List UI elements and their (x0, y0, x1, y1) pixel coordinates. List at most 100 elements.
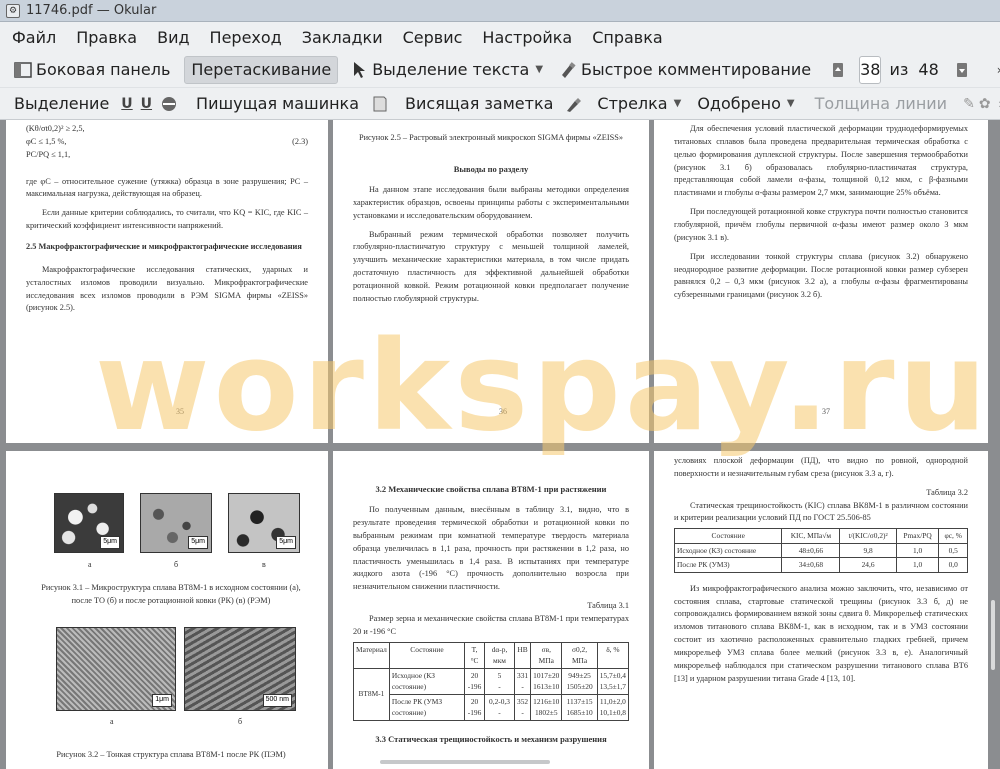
line-width-button[interactable]: Толщина линии (809, 90, 954, 118)
table-cell: 1017±20 1613±10 (530, 667, 563, 695)
vertical-scrollbar[interactable] (988, 120, 1000, 769)
equation-number: (2.3) (292, 136, 308, 146)
table-cell: 1,0 (895, 542, 940, 559)
paragraph: По полученным данным, внесённым в таблиц… (353, 505, 629, 592)
table-header-cell: Состояние (673, 528, 783, 544)
scale-bar: 500 nm (262, 694, 292, 707)
note-icon[interactable] (371, 95, 389, 113)
quick-annotation-button[interactable]: Быстрое комментирование (553, 56, 817, 84)
table-cell: После РК (УМЗ) (673, 557, 783, 573)
table-row: ВТ8М-1 Исходное (КЗ состояние) 20 -196 5… (353, 667, 630, 721)
table-cell: 20 -196 (464, 693, 485, 721)
menu-file[interactable]: Файл (0, 28, 64, 47)
micrograph-image: 1μm (56, 627, 176, 711)
figure-caption: Рисунок 3.2 – Тонкая структура сплава ВТ… (56, 750, 286, 759)
menu-help[interactable]: Справка (580, 28, 671, 47)
scrollbar-thumb[interactable] (991, 600, 995, 670)
menu-edit[interactable]: Правка (64, 28, 145, 47)
approved-label: Одобрено (697, 94, 781, 113)
table-cell: 15,7±0,4 13,5±1,7 (596, 667, 630, 695)
paragraph: Для обеспечения условий пластической деф… (674, 124, 968, 198)
table-row: Исходное (КЗ) состояние 48±0,66 9,8 1,0 … (673, 542, 968, 559)
table-title: Статическая трещиностойкость (KIC) сплав… (674, 500, 968, 523)
strikeout-icon[interactable] (160, 95, 178, 113)
table-cell: 24,6 (839, 557, 897, 573)
text-select-button[interactable]: Выделение текста ▼ (344, 56, 549, 84)
popup-note-button[interactable]: Висящая заметка (399, 90, 559, 118)
menu-settings[interactable]: Настройка (470, 28, 580, 47)
menu-go[interactable]: Переход (198, 28, 290, 47)
page-of-label: из (889, 60, 909, 79)
subfigure-label: б (238, 717, 243, 726)
figure-caption: Рисунок 2.5 – Растровый электронный микр… (359, 133, 623, 142)
page-38: 5μm 5μm 5μm а б в Рисунок 3.1 – Микростр… (6, 451, 328, 769)
paragraph: При последующей ротационной ковке структ… (674, 207, 968, 242)
page-35: (Kθ/σt0,2)² ≥ 2,5, φC ≤ 1,5 %, (2.3) PC/… (6, 120, 328, 443)
chevron-down-icon[interactable]: ▼ (787, 98, 795, 109)
micrograph-image: 500 nm (184, 627, 296, 711)
menu-bar: Файл Правка Вид Переход Закладки Сервис … (0, 22, 1000, 52)
horizontal-scroll-indicator[interactable] (380, 760, 550, 764)
table-cell: 20 -196 (464, 667, 485, 695)
table-header-cell: Материал (353, 641, 390, 669)
table-cell: 0,0 (938, 557, 968, 573)
table-header-cell: φc, % (938, 528, 968, 544)
window-titlebar: ⚙ 11746.pdf — Okular (0, 0, 1000, 22)
subfigure-label: б (174, 560, 179, 569)
formula-line: (Kθ/σt0,2)² ≥ 2,5, (26, 124, 85, 133)
table-header-cell: t/(KIC/σ0,2)² (839, 528, 897, 544)
menu-bookmarks[interactable]: Закладки (290, 28, 391, 47)
arrow-tool-button[interactable]: Стрелка ▼ (591, 90, 687, 118)
okular-app-icon: ⚙ (6, 3, 20, 18)
table-row: После РК (УМЗ) 34±0,68 24,6 1,0 0,0 (673, 557, 968, 573)
paragraph: На данном этапе исследования были выбран… (353, 185, 629, 220)
table-label: Таблица 3.2 (926, 487, 968, 497)
table-cell: ВТ8М-1 (353, 667, 390, 721)
page-down-icon[interactable] (953, 61, 971, 79)
document-viewer[interactable]: (Kθ/σt0,2)² ≥ 2,5, φC ≤ 1,5 %, (2.3) PC/… (0, 120, 1000, 769)
sidebar-label: Боковая панель (36, 60, 171, 79)
table-cell: 1216±10 1802±5 (530, 693, 563, 721)
highlight-selection-button[interactable]: Выделение (8, 90, 115, 118)
popup-note-label: Висящая заметка (405, 94, 554, 113)
page-up-icon[interactable] (829, 61, 847, 79)
color-palette-icon[interactable]: ✎ (963, 95, 975, 113)
table-header-row: Состояние KIC, МПа√м t/(KIC/σ0,2)² Pmax/… (673, 528, 968, 544)
page-number-input[interactable]: 38 (859, 55, 882, 84)
subfigure-label: в (262, 560, 266, 569)
line-width-label: Толщина линии (814, 94, 948, 113)
page-total-label: 48 (918, 60, 939, 79)
chevron-down-icon[interactable]: ▼ (535, 64, 543, 75)
figure-caption: Рисунок 3.1 – Микроструктура сплава ВТ8М… (41, 583, 301, 605)
sidebar-toggle-button[interactable]: Боковая панель (8, 56, 176, 84)
page-number: 36 (499, 407, 507, 416)
underline-icon[interactable]: U (121, 95, 132, 113)
ink-pen-icon[interactable] (565, 95, 583, 113)
table-label: Таблица 3.1 (587, 601, 629, 611)
table-cell: 11,0±2,0 10,1±0,8 (596, 693, 630, 721)
section-heading: 2.5 Макрофрактографические и микрофракто… (26, 242, 302, 252)
fill-palette-icon[interactable]: ✿ (979, 95, 991, 113)
menu-view[interactable]: Вид (145, 28, 197, 47)
typewriter-button[interactable]: Пишущая машинка (190, 90, 365, 118)
fracture-toughness-table: Состояние KIC, МПа√м t/(KIC/σ0,2)² Pmax/… (673, 528, 968, 573)
squiggle-icon[interactable]: U (141, 95, 152, 113)
table-cell: 0,5 (938, 542, 968, 559)
browse-tool-button[interactable]: Перетаскивание (184, 55, 339, 84)
micrograph-image: 5μm (54, 493, 124, 553)
stamp-button[interactable]: Одобрено ▼ (691, 90, 800, 118)
table-header-cell: Состояние (388, 641, 466, 669)
annotation-toolbar: Выделение U U Пишущая машинка Висящая за… (0, 88, 1000, 120)
chevron-down-icon[interactable]: ▼ (674, 98, 682, 109)
menu-tools[interactable]: Сервис (391, 28, 471, 47)
table-cell: После РК (УМЗ состояние) (388, 693, 466, 721)
paragraph: где φC – относительное сужение (утяжка) … (26, 176, 308, 199)
browse-label: Перетаскивание (191, 60, 332, 79)
scale-bar: 5μm (100, 536, 120, 549)
table-cell: 331 - (514, 667, 532, 695)
table-header-cell: T, °С (464, 641, 485, 669)
arrow-label: Стрелка (597, 94, 668, 113)
table-header-cell: KIC, МПа√м (781, 528, 841, 544)
table-header-row: Материал Состояние T, °С dα-р, мкм HB σв… (353, 641, 630, 669)
mechanical-properties-table: Материал Состояние T, °С dα-р, мкм HB σв… (353, 641, 630, 721)
